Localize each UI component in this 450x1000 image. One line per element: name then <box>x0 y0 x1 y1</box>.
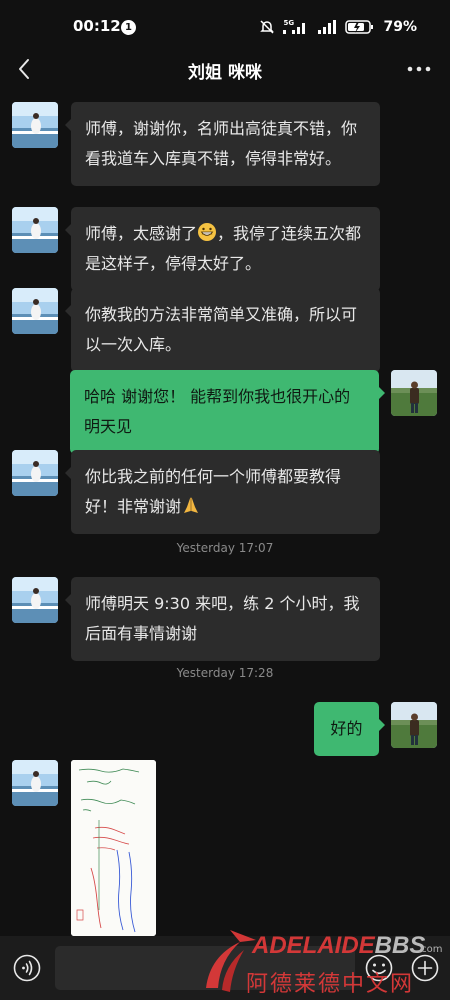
timestamp: Yesterday 17:07 <box>176 541 274 555</box>
contact-avatar[interactable] <box>12 102 58 148</box>
message-text: 你比我之前的任何一个师傅都要教得好！非常谢谢 <box>85 467 342 516</box>
message-text: 师傅明天 9:30 来吧，练 2 个小时，我后面有事情谢谢 <box>85 594 360 643</box>
status-bar: 00:12 1 5G 79% <box>0 0 450 50</box>
message-bubble[interactable]: 你比我之前的任何一个师傅都要教得好！非常谢谢 <box>65 450 380 534</box>
message-text: 好的 <box>330 719 363 738</box>
battery-percent: 79% <box>383 19 417 35</box>
message-bubble[interactable]: 你教我的方法非常简单又准确，所以可以一次入库。 <box>65 288 380 372</box>
image-message[interactable] <box>71 760 156 936</box>
mute-icon <box>260 20 275 34</box>
chat-title: 刘姐 咪咪 <box>188 63 262 83</box>
message-bubble[interactable]: 师傅，谢谢你，名师出高徒真不错，你看我道车入库真不错，停得非常好。 <box>65 102 380 186</box>
watermark-brand: ADELAIDEBBS <box>252 932 425 960</box>
message-text: 师傅，太感谢了 <box>85 224 198 243</box>
message-bubble[interactable]: 师傅明天 9:30 来吧，练 2 个小时，我后面有事情谢谢 <box>65 577 380 661</box>
message-bubble[interactable]: 好的 <box>314 702 385 756</box>
site-watermark: ADELAIDEBBS .com 阿德莱德中文网 <box>200 924 450 1000</box>
my-avatar[interactable] <box>391 370 437 416</box>
battery-icon <box>345 20 374 34</box>
more-dots-icon[interactable] <box>406 58 432 80</box>
notification-badge: 1 <box>121 20 136 35</box>
signal-icon <box>318 20 337 34</box>
contact-avatar[interactable] <box>12 577 58 623</box>
message-bubble[interactable]: 师傅，太感谢了 ，我停了连续五次都是这样子，停得太好了。 <box>65 207 380 291</box>
chat-header: 刘姐 咪咪 <box>0 50 450 90</box>
message-text: 你教我的方法非常简单又准确，所以可以一次入库。 <box>85 305 358 354</box>
watermark-brand-en: ADELAIDE <box>252 932 375 959</box>
voice-icon[interactable] <box>12 953 42 983</box>
watermark-brand-cn: 阿德莱德中文网 <box>246 972 415 997</box>
my-avatar[interactable] <box>391 702 437 748</box>
grinning-face-icon <box>198 223 217 241</box>
handwritten-notes-image <box>71 760 156 936</box>
contact-avatar[interactable] <box>12 207 58 253</box>
status-icons: 5G 79% <box>259 17 417 37</box>
contact-avatar[interactable] <box>12 760 58 806</box>
message-bubble[interactable]: 哈哈 谢谢您！ 能帮到你我也很开心的 明天见 <box>70 370 385 454</box>
network-icon: 5G <box>283 19 309 35</box>
contact-avatar[interactable] <box>12 288 58 334</box>
contact-avatar[interactable] <box>12 450 58 496</box>
message-text: 师傅，谢谢你，名师出高徒真不错，你看我道车入库真不错，停得非常好。 <box>85 119 358 168</box>
message-text: 哈哈 谢谢您！ 能帮到你我也很开心的 明天见 <box>84 387 351 436</box>
status-time: 00:12 <box>73 17 121 35</box>
timestamp: Yesterday 17:28 <box>176 666 274 680</box>
watermark-domain: .com <box>418 944 443 955</box>
folded-hands-icon <box>184 497 199 513</box>
